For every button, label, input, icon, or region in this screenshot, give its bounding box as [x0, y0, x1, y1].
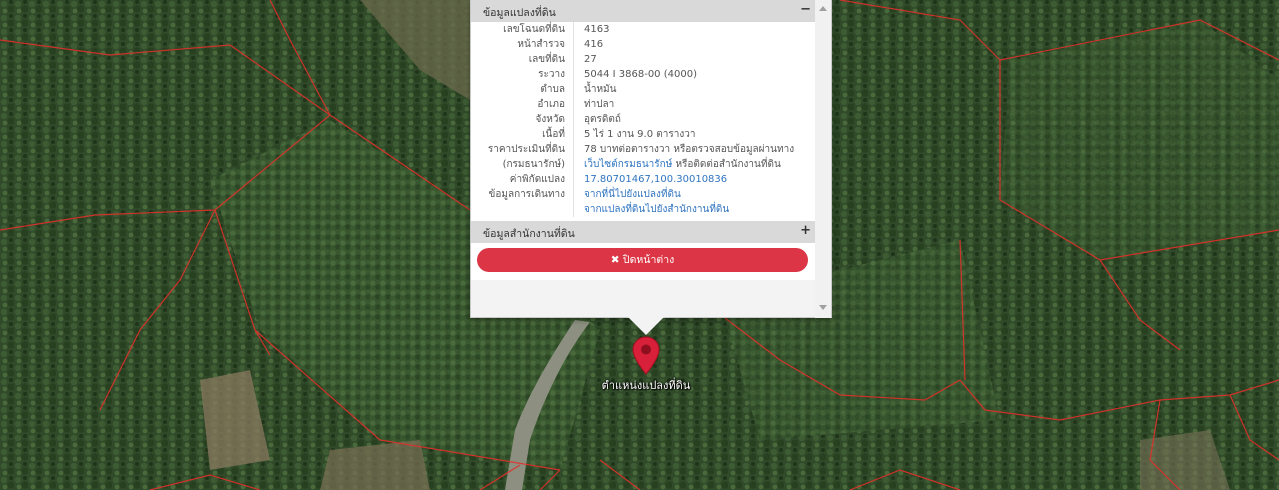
- collapse-icon[interactable]: −: [800, 1, 811, 19]
- info-row-appraisal-source: (กรมธนารักษ์) เว็บไซต์กรมธนารักษ์ หรือติ…: [471, 157, 815, 172]
- info-row-travel: ข้อมูลการเดินทาง จากที่นี่ไปยังแปลงที่ดิ…: [471, 187, 815, 202]
- row-label: ค่าพิกัดแปลง: [471, 172, 574, 187]
- popup-pointer: [628, 317, 664, 335]
- info-row-coordinates: ค่าพิกัดแปลง 17.80701467,100.30010836: [471, 172, 815, 187]
- popup-content: ข้อมูลแปลงที่ดิน − เลขโฉนดที่ดิน 4163 หน…: [471, 0, 815, 280]
- land-office-header[interactable]: ข้อมูลสำนักงานที่ดิน +: [471, 221, 815, 243]
- info-row-area: เนื้อที่ 5 ไร่ 1 งาน 9.0 ตารางวา: [471, 127, 815, 142]
- row-value: 5044 I 3868-00 (4000): [584, 69, 697, 80]
- directions-to-office-link[interactable]: จากแปลงที่ดินไปยังสำนักงานที่ดิน: [574, 202, 729, 217]
- popup-scrollbar[interactable]: [815, 0, 831, 318]
- coordinates-link[interactable]: 17.80701467,100.30010836: [574, 172, 727, 187]
- info-row-deed-number: เลขโฉนดที่ดิน 4163: [471, 22, 815, 37]
- row-label: เนื้อที่: [471, 127, 574, 142]
- row-label: ข้อมูลการเดินทาง: [471, 187, 574, 202]
- row-label: หน้าสำรวจ: [471, 37, 574, 52]
- row-value: 78 บาทต่อตารางวา หรือตรวจสอบข้อมูลผ่านทา…: [584, 144, 795, 155]
- row-label: ระวาง: [471, 67, 574, 82]
- row-label: จังหวัด: [471, 112, 574, 127]
- contact-office-text: หรือติดต่อสำนักงานที่ดิน: [672, 159, 781, 170]
- marker-label: ตำแหน่งแปลงที่ดิน: [601, 379, 691, 392]
- row-label: (กรมธนารักษ์): [471, 157, 574, 172]
- row-value: เว็บไซต์กรมธนารักษ์ หรือติดต่อสำนักงานที…: [574, 157, 781, 172]
- parcel-info-table: เลขโฉนดที่ดิน 4163 หน้าสำรวจ 416 เลขที่ด…: [471, 22, 815, 217]
- row-label: อำเภอ: [471, 97, 574, 112]
- info-row-map-sheet: ระวาง 5044 I 3868-00 (4000): [471, 67, 815, 82]
- row-label: ราคาประเมินที่ดิน: [471, 142, 574, 157]
- row-label: [471, 202, 574, 217]
- info-row-travel-2: จากแปลงที่ดินไปยังสำนักงานที่ดิน: [471, 202, 815, 217]
- info-row-province: จังหวัด อุตรดิตถ์: [471, 112, 815, 127]
- info-row-subdistrict: ตำบล น้ำหมัน: [471, 82, 815, 97]
- treasury-website-link[interactable]: เว็บไซต์กรมธนารักษ์: [584, 159, 672, 170]
- row-value: อุตรดิตถ์: [584, 114, 621, 125]
- info-row-survey-page: หน้าสำรวจ 416: [471, 37, 815, 52]
- scroll-up-icon[interactable]: [819, 6, 827, 11]
- parcel-info-popup: ข้อมูลแปลงที่ดิน − เลขโฉนดที่ดิน 4163 หน…: [470, 0, 832, 318]
- row-value: 416: [584, 39, 604, 50]
- info-row-district: อำเภอ ท่าปลา: [471, 97, 815, 112]
- close-window-button[interactable]: ✖ ปิดหน้าต่าง: [477, 248, 808, 272]
- row-value: ท่าปลา: [584, 99, 615, 110]
- row-value: 5 ไร่ 1 งาน 9.0 ตารางวา: [584, 129, 696, 140]
- info-row-appraisal-price: ราคาประเมินที่ดิน 78 บาทต่อตารางวา หรือต…: [471, 142, 815, 157]
- expand-icon[interactable]: +: [800, 222, 811, 240]
- info-row-land-number: เลขที่ดิน 27: [471, 52, 815, 67]
- row-value: น้ำหมัน: [584, 84, 617, 95]
- parcel-info-title: ข้อมูลแปลงที่ดิน: [483, 7, 556, 19]
- row-value: 4163: [584, 24, 610, 35]
- row-label: ตำบล: [471, 82, 574, 97]
- row-value: 27: [584, 54, 597, 65]
- row-label: เลขโฉนดที่ดิน: [471, 22, 574, 37]
- row-label: เลขที่ดิน: [471, 52, 574, 67]
- directions-to-parcel-link[interactable]: จากที่นี่ไปยังแปลงที่ดิน: [574, 187, 681, 202]
- scroll-down-icon[interactable]: [819, 305, 827, 310]
- land-office-title: ข้อมูลสำนักงานที่ดิน: [483, 228, 575, 240]
- parcel-info-header[interactable]: ข้อมูลแปลงที่ดิน −: [471, 0, 815, 22]
- map-pin-icon[interactable]: [632, 336, 660, 376]
